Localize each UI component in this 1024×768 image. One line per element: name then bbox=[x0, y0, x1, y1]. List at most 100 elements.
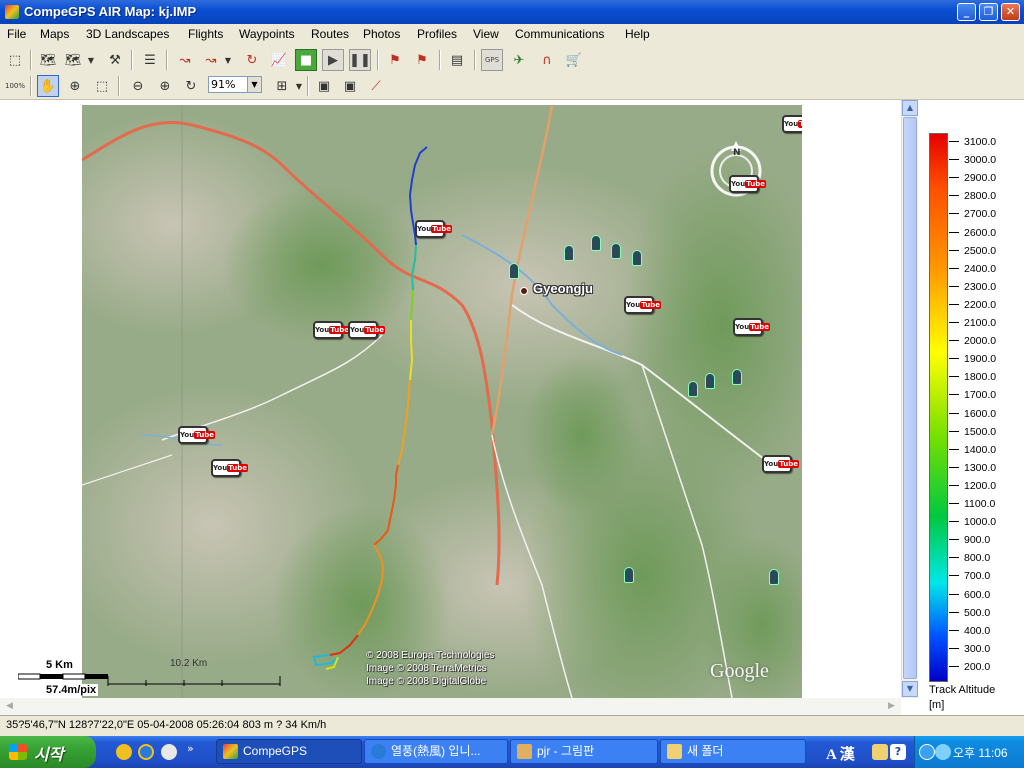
photo-pin-icon[interactable] bbox=[632, 250, 642, 266]
legend-tick bbox=[949, 177, 959, 179]
mobile-icon[interactable]: ✈ bbox=[508, 49, 530, 71]
zoom-out-icon[interactable]: ⊖ bbox=[127, 75, 149, 97]
minimize-button[interactable]: _ bbox=[957, 3, 976, 21]
horizontal-scrollbar[interactable]: ◀ ▶ bbox=[0, 698, 901, 715]
menu-communications[interactable]: Communications bbox=[515, 27, 604, 41]
menu-file[interactable]: File bbox=[7, 27, 26, 41]
start-button[interactable]: 시작 bbox=[0, 736, 96, 768]
refresh-zoom-icon[interactable]: ↻ bbox=[180, 75, 202, 97]
photo-pin-icon[interactable] bbox=[732, 369, 742, 385]
youtube-icon[interactable]: YouTube bbox=[178, 426, 215, 444]
city-label: Gyeongju bbox=[533, 281, 593, 296]
map-tools-icon[interactable]: ⚒ bbox=[104, 49, 126, 71]
chevron-down-icon[interactable]: ▼ bbox=[223, 49, 233, 71]
play-icon[interactable]: ▶ bbox=[322, 49, 344, 71]
gps-device-icon[interactable]: ▤ bbox=[446, 49, 468, 71]
maximize-button[interactable]: ❐ bbox=[979, 3, 998, 21]
menu-view[interactable]: View bbox=[473, 27, 499, 41]
youtube-icon[interactable]: YouTube bbox=[729, 175, 766, 193]
menu-3d-landscapes[interactable]: 3D Landscapes bbox=[86, 27, 169, 41]
map-dropdown-icon[interactable]: 🗺 bbox=[62, 49, 84, 71]
graph-icon[interactable]: 📈 bbox=[268, 49, 290, 71]
network-icon[interactable] bbox=[935, 744, 951, 760]
scroll-up-icon[interactable]: ▲ bbox=[902, 100, 918, 116]
task-browser[interactable]: 열풍(熱風) 입니... bbox=[364, 739, 508, 764]
tray-expand-icon[interactable] bbox=[919, 744, 935, 760]
photo-pin-icon[interactable] bbox=[769, 569, 779, 585]
help-icon[interactable]: ? bbox=[890, 744, 906, 760]
chevron-down-icon[interactable]: ▼ bbox=[294, 75, 304, 97]
gps-icon[interactable]: GPS bbox=[481, 49, 503, 71]
vertical-scrollbar[interactable]: ▲ ▼ bbox=[901, 100, 918, 698]
pause-icon[interactable]: ❚❚ bbox=[349, 49, 371, 71]
legend-label: 1800.0 bbox=[964, 371, 997, 384]
open-flight-icon[interactable]: ↝ bbox=[174, 49, 196, 71]
scroll-down-icon[interactable]: ▼ bbox=[902, 681, 918, 697]
photo-pin-icon[interactable] bbox=[688, 381, 698, 397]
photo-pin-icon[interactable] bbox=[611, 243, 621, 259]
flight-dropdown-icon[interactable]: ↝ bbox=[200, 49, 222, 71]
photo-pin-icon[interactable] bbox=[509, 263, 519, 279]
zoom-select[interactable]: 91% ▼ bbox=[208, 76, 262, 93]
zoom-100-icon[interactable]: 100% bbox=[4, 75, 26, 97]
photo-pin-icon[interactable] bbox=[591, 235, 601, 251]
task-folder[interactable]: 새 폴더 bbox=[660, 739, 806, 764]
chevron-down-icon[interactable]: ▼ bbox=[86, 49, 96, 71]
connect-icon[interactable]: ∩ bbox=[536, 49, 558, 71]
scroll-thumb[interactable] bbox=[903, 117, 917, 679]
menu-profiles[interactable]: Profiles bbox=[417, 27, 457, 41]
task-compegps[interactable]: CompeGPS bbox=[216, 739, 362, 764]
scroll-right-icon[interactable]: ▶ bbox=[884, 699, 899, 714]
yt-tube: Tube bbox=[431, 225, 452, 233]
quicklaunch-more-icon[interactable]: » bbox=[187, 742, 194, 755]
grid-icon[interactable]: ⊞ bbox=[271, 75, 293, 97]
youtube-icon[interactable]: YouTube bbox=[624, 296, 661, 314]
messenger-icon[interactable] bbox=[116, 744, 132, 760]
ime-tool-icon[interactable] bbox=[872, 744, 888, 760]
photo-pin-icon[interactable] bbox=[564, 245, 574, 261]
youtube-icon[interactable]: YouTube bbox=[313, 321, 350, 339]
photo-pin-icon[interactable] bbox=[624, 567, 634, 583]
measure-icon[interactable]: ⟋ bbox=[365, 75, 387, 97]
task-paint[interactable]: pjr - 그림판 bbox=[510, 739, 658, 764]
zoom-area-icon[interactable]: ⊕ bbox=[64, 75, 86, 97]
layer-view-icon[interactable]: ▣ bbox=[313, 75, 335, 97]
chevron-down-icon[interactable]: ▼ bbox=[247, 77, 261, 92]
scroll-left-icon[interactable]: ◀ bbox=[2, 699, 17, 714]
layers-icon[interactable]: ☰ bbox=[139, 49, 161, 71]
internet-explorer-icon bbox=[371, 744, 386, 759]
youtube-icon[interactable]: YouTube bbox=[211, 459, 248, 477]
menu-photos[interactable]: Photos bbox=[363, 27, 400, 41]
map-view[interactable]: N YouTube YouTube YouTube YouTube YouTub… bbox=[82, 105, 802, 698]
select-icon[interactable]: ⬚ bbox=[4, 49, 26, 71]
menu-maps[interactable]: Maps bbox=[40, 27, 69, 41]
open-map-icon[interactable]: 🗺 bbox=[37, 49, 59, 71]
photo-pin-icon[interactable] bbox=[705, 373, 715, 389]
menu-waypoints[interactable]: Waypoints bbox=[239, 27, 295, 41]
zoom-in-icon[interactable]: ⊕ bbox=[154, 75, 176, 97]
menu-help[interactable]: Help bbox=[625, 27, 650, 41]
close-button[interactable]: ✕ bbox=[1001, 3, 1020, 21]
waypoints-icon[interactable]: ⚑ bbox=[411, 49, 433, 71]
legend-label: 1200.0 bbox=[964, 479, 997, 492]
youtube-icon[interactable]: YouTube bbox=[733, 318, 770, 336]
youtube-icon[interactable]: YouTube bbox=[782, 115, 802, 133]
app-icon[interactable] bbox=[5, 5, 19, 19]
menu-flights[interactable]: Flights bbox=[188, 27, 223, 41]
menu-routes[interactable]: Routes bbox=[311, 27, 349, 41]
terrain-map bbox=[82, 105, 802, 698]
yt-you: You bbox=[315, 326, 330, 334]
zoom-box-icon[interactable]: ⬚ bbox=[91, 75, 113, 97]
pan-hand-icon[interactable]: ✋ bbox=[37, 75, 59, 97]
overview-icon[interactable]: ▣ bbox=[339, 75, 361, 97]
internet-explorer-icon[interactable] bbox=[138, 744, 154, 760]
youtube-icon[interactable]: YouTube bbox=[762, 455, 799, 473]
ime-indicator[interactable]: A 漢 bbox=[826, 743, 855, 764]
media-player-icon[interactable] bbox=[161, 744, 177, 760]
shop-cart-icon[interactable]: 🛒 bbox=[563, 49, 585, 71]
youtube-icon[interactable]: YouTube bbox=[348, 321, 385, 339]
stop-icon[interactable]: ■ bbox=[295, 49, 317, 71]
youtube-icon[interactable]: YouTube bbox=[415, 220, 452, 238]
waypoint-icon[interactable]: ⚑ bbox=[384, 49, 406, 71]
flight-analysis-icon[interactable]: ↻ bbox=[241, 49, 263, 71]
